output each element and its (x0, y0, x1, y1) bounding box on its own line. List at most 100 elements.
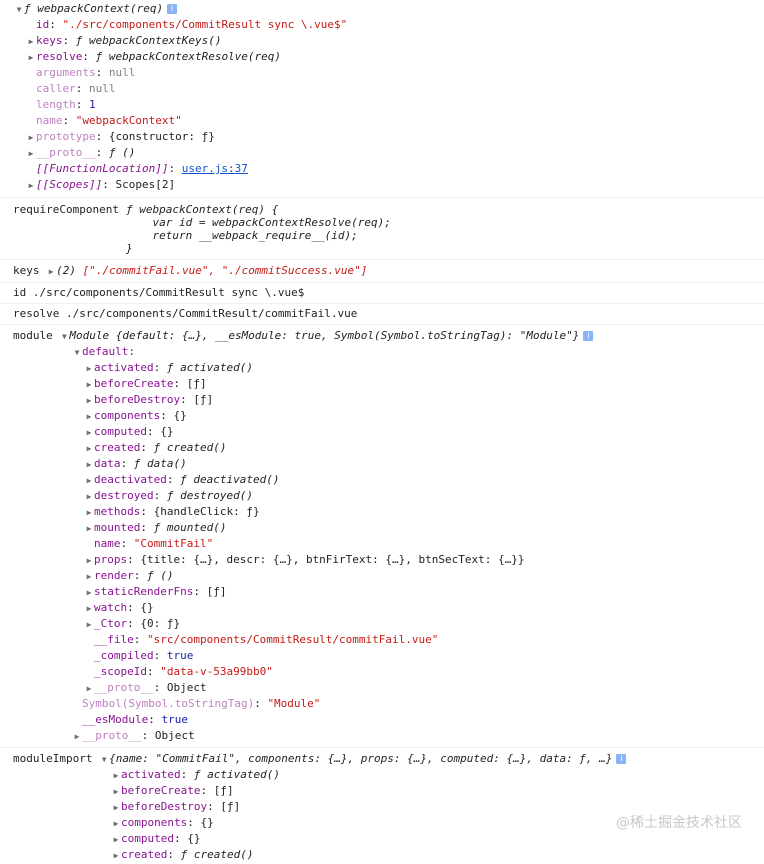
expand-triangle-icon[interactable]: ▶ (84, 425, 94, 441)
expand-triangle-icon[interactable]: ▶ (84, 553, 94, 569)
property-row[interactable]: ▶ [[Scopes]]: Scopes[2] (0, 177, 764, 193)
property-row[interactable]: ▶ activated: ƒ activated() (0, 767, 764, 783)
property-row[interactable]: ▶ beforeCreate: [ƒ] (0, 783, 764, 799)
expand-triangle-icon[interactable]: ▶ (84, 505, 94, 521)
expand-triangle-icon[interactable]: ▶ (84, 569, 94, 585)
expand-triangle-icon[interactable]: ▶ (84, 457, 94, 473)
expand-triangle-icon[interactable]: ▶ (111, 848, 121, 864)
property-row[interactable]: ▶ __proto__: Object (0, 728, 764, 744)
source-link[interactable]: user.js:37 (182, 162, 248, 175)
property-value: {constructor: ƒ} (108, 130, 215, 143)
expand-triangle-icon[interactable]: ▶ (26, 130, 36, 146)
property-key: components (94, 409, 161, 422)
property-value: ƒ activated() (166, 361, 253, 374)
property-row: __esModule: true (0, 712, 764, 728)
expand-triangle-icon[interactable]: ▶ (84, 473, 94, 489)
property-row[interactable]: ▶ computed: {} (0, 424, 764, 440)
keys-values: ["./commitFail.vue", "./commitSuccess.vu… (82, 264, 368, 277)
property-row[interactable]: ▶ components: {} (0, 408, 764, 424)
property-value: [ƒ] (186, 377, 207, 390)
property-row[interactable]: ▶ __proto__: ƒ () (0, 145, 764, 161)
module-default-row[interactable]: ▼ default: (0, 344, 764, 360)
module-row[interactable]: module ▼ Module {default: {…}, __esModule… (0, 328, 764, 344)
expand-triangle-icon[interactable]: ▶ (72, 729, 82, 745)
expand-triangle-icon[interactable]: ▶ (111, 768, 121, 784)
expand-triangle-icon[interactable]: ▶ (84, 617, 94, 633)
separator: : (167, 848, 181, 861)
webpack-context-header[interactable]: ▼ ƒ webpackContext(req) i (0, 1, 764, 17)
expand-triangle-icon[interactable]: ▶ (111, 784, 121, 800)
property-row[interactable]: ▶ activated: ƒ activated() (0, 360, 764, 376)
expand-triangle-icon[interactable]: ▶ (111, 832, 121, 848)
expand-triangle-icon[interactable]: ▶ (84, 361, 94, 377)
expand-triangle-icon[interactable]: ▶ (84, 681, 94, 697)
property-row[interactable]: ▶ watch: {} (0, 600, 764, 616)
property-key: computed (121, 832, 174, 845)
property-row[interactable]: ▶ props: {title: {…}, descr: {…}, btnFirT… (0, 552, 764, 568)
expand-triangle-icon[interactable]: ▶ (84, 377, 94, 393)
separator: : (160, 409, 174, 422)
property-row[interactable]: ▶ beforeDestroy: [ƒ] (0, 392, 764, 408)
property-key: data (94, 457, 121, 470)
property-row[interactable]: ▶ created: ƒ created() (0, 847, 764, 863)
resolve-label: resolve (13, 307, 60, 320)
property-row[interactable]: ▶ beforeCreate: [ƒ] (0, 376, 764, 392)
property-value: Scopes[2] (115, 178, 176, 191)
separator: : (127, 553, 141, 566)
separator: : (75, 82, 89, 95)
module-import-row[interactable]: moduleImport ▼ {name: "CommitFail", compo… (0, 751, 764, 767)
collapse-triangle-icon[interactable]: ▼ (14, 2, 24, 18)
property-value: {handleClick: ƒ} (153, 505, 260, 518)
expand-triangle-icon[interactable]: ▶ (26, 50, 36, 66)
collapse-triangle-icon[interactable]: ▼ (72, 345, 82, 361)
expand-triangle-icon[interactable]: ▶ (84, 585, 94, 601)
property-row[interactable]: ▶ prototype: {constructor: ƒ} (0, 129, 764, 145)
separator: : (168, 162, 182, 175)
info-icon[interactable]: i (583, 331, 594, 341)
expand-triangle-icon[interactable]: ▶ (84, 489, 94, 505)
expand-triangle-icon[interactable]: ▶ (84, 409, 94, 425)
collapse-triangle-icon[interactable]: ▼ (99, 752, 109, 768)
property-row[interactable]: ▶ _Ctor: {0: ƒ} (0, 616, 764, 632)
property-key: activated (94, 361, 154, 374)
expand-triangle-icon[interactable]: ▶ (111, 800, 121, 816)
property-row[interactable]: ▶ __proto__: Object (0, 680, 764, 696)
property-row[interactable]: ▶ deactivated: ƒ deactivated() (0, 472, 764, 488)
separator: : (193, 585, 207, 598)
property-row[interactable]: ▶ destroyed: ƒ destroyed() (0, 488, 764, 504)
expand-triangle-icon[interactable]: ▶ (84, 521, 94, 537)
expand-triangle-icon[interactable]: ▶ (111, 816, 121, 832)
property-key: created (94, 441, 141, 454)
property-row[interactable]: ▶ mounted: ƒ mounted() (0, 520, 764, 536)
expand-triangle-icon[interactable]: ▶ (84, 393, 94, 409)
property-row[interactable]: ▶ computed: {} (0, 831, 764, 847)
separator: : (148, 713, 162, 726)
property-row[interactable]: ▶ data: ƒ data() (0, 456, 764, 472)
property-row[interactable]: ▶ resolve: ƒ webpackContextResolve(req) (0, 49, 764, 65)
property-row[interactable]: ▶ methods: {handleClick: ƒ} (0, 504, 764, 520)
separator: : (140, 441, 154, 454)
property-row[interactable]: ▶ created: ƒ created() (0, 440, 764, 456)
info-icon[interactable]: i (167, 4, 178, 14)
collapse-triangle-icon[interactable]: ▼ (59, 329, 69, 345)
expand-triangle-icon[interactable]: ▶ (26, 34, 36, 50)
default-key: default: (82, 345, 135, 358)
property-row[interactable]: ▶ staticRenderFns: [ƒ] (0, 584, 764, 600)
info-icon[interactable]: i (616, 754, 627, 764)
expand-triangle-icon[interactable]: ▶ (26, 146, 36, 162)
id-label: id (13, 286, 27, 299)
separator: : (141, 729, 155, 742)
webpack-context-block: ▼ ƒ webpackContext(req) i id: "./src/compo… (0, 0, 764, 198)
expand-triangle-icon[interactable]: ▶ (26, 178, 36, 194)
keys-row[interactable]: keys ▶ (2) ["./commitFail.vue", "./commit… (13, 263, 764, 279)
expand-triangle-icon[interactable]: ▶ (84, 601, 94, 617)
expand-triangle-icon[interactable]: ▶ (46, 264, 56, 280)
property-row[interactable]: ▶ render: ƒ () (0, 568, 764, 584)
property-value: 1 (89, 98, 96, 111)
property-row[interactable]: ▶ keys: ƒ webpackContextKeys() (0, 33, 764, 49)
property-key: keys (36, 34, 63, 47)
expand-triangle-icon[interactable]: ▶ (84, 441, 94, 457)
property-key: render (94, 569, 134, 582)
separator: : (75, 98, 89, 111)
property-key: __esModule (82, 713, 149, 726)
